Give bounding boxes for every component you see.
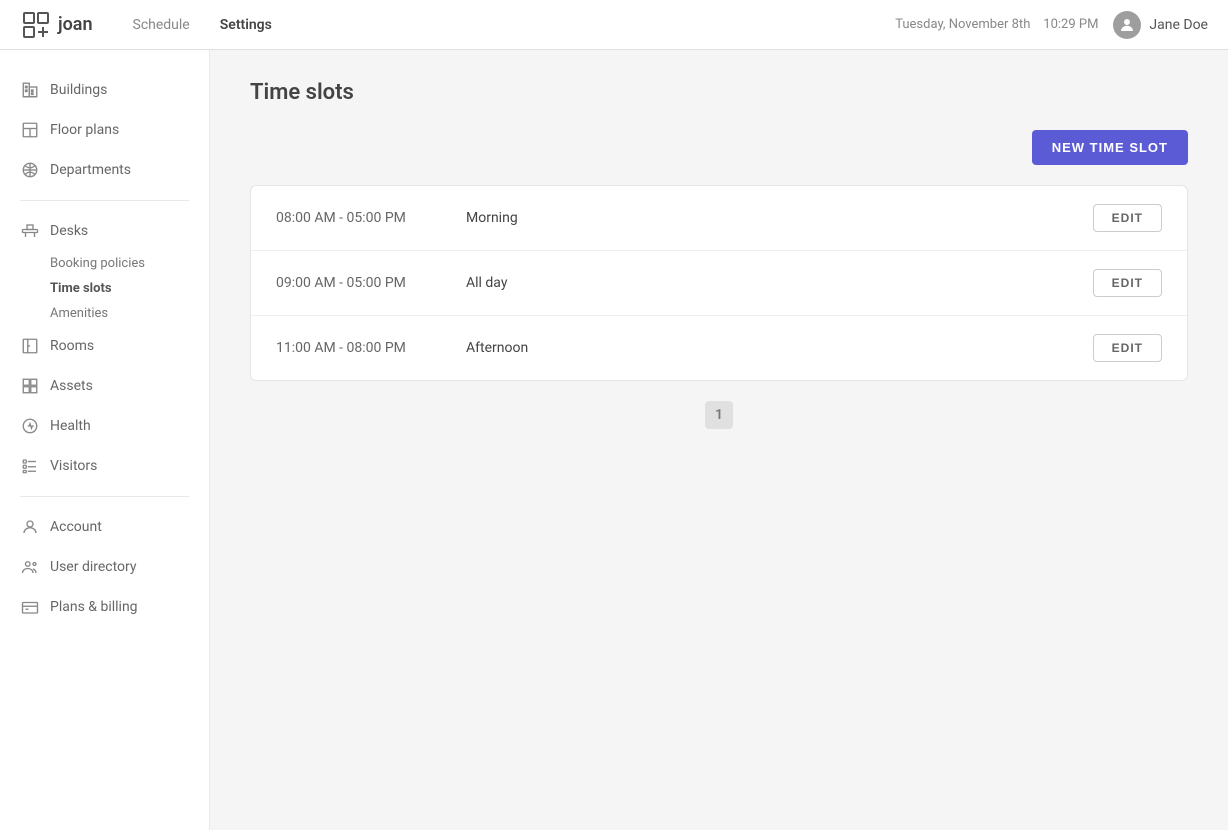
visitors-label: Visitors [50, 458, 97, 474]
assets-icon [20, 376, 40, 396]
logo-icon [20, 9, 52, 41]
account-label: Account [50, 519, 102, 535]
toolbar: NEW TIME SLOT [250, 130, 1188, 165]
floor-plans-icon [20, 120, 40, 140]
user-info[interactable]: Jane Doe [1113, 11, 1208, 39]
sidebar-divider-2 [20, 496, 189, 497]
nav-schedule[interactable]: Schedule [133, 12, 190, 38]
sidebar-divider-1 [20, 200, 189, 201]
timeslot-list: 08:00 AM - 05:00 PM Morning EDIT 09:00 A… [250, 185, 1188, 381]
user-directory-label: User directory [50, 559, 137, 575]
timeslot-name-1: Morning [466, 210, 1093, 226]
edit-button-1[interactable]: EDIT [1093, 204, 1162, 232]
timeslot-name-2: All day [466, 275, 1093, 291]
sidebar-group-resources: Desks Booking policies Time slots Amenit… [0, 211, 209, 486]
sidebar-group-main: Buildings Floor plans Departments [0, 70, 209, 190]
nav-settings[interactable]: Settings [220, 12, 272, 38]
assets-label: Assets [50, 378, 93, 394]
rooms-icon [20, 336, 40, 356]
floor-plans-label: Floor plans [50, 122, 119, 138]
health-icon [20, 416, 40, 436]
new-timeslot-button[interactable]: NEW TIME SLOT [1032, 130, 1188, 165]
timeslot-name-3: Afternoon [466, 340, 1093, 356]
main-content: Time slots NEW TIME SLOT 08:00 AM - 05:0… [210, 50, 1228, 830]
edit-button-2[interactable]: EDIT [1093, 269, 1162, 297]
health-label: Health [50, 418, 91, 434]
sidebar-item-rooms[interactable]: Rooms [0, 326, 209, 366]
sidebar-item-floor-plans[interactable]: Floor plans [0, 110, 209, 150]
desks-submenu: Booking policies Time slots Amenities [0, 251, 209, 326]
timeslot-time-3: 11:00 AM - 08:00 PM [276, 340, 466, 356]
sidebar-item-visitors[interactable]: Visitors [0, 446, 209, 486]
edit-button-3[interactable]: EDIT [1093, 334, 1162, 362]
desks-icon [20, 221, 40, 241]
sidebar-item-assets[interactable]: Assets [0, 366, 209, 406]
plans-billing-label: Plans & billing [50, 599, 138, 615]
sidebar-item-health[interactable]: Health [0, 406, 209, 446]
date-display: Tuesday, November 8th 10:29 PM [895, 17, 1098, 32]
page-title: Time slots [250, 80, 1188, 105]
sidebar-item-desks[interactable]: Desks [0, 211, 209, 251]
sidebar-item-user-directory[interactable]: User directory [0, 547, 209, 587]
page-1[interactable]: 1 [705, 401, 733, 429]
booking-policies-link[interactable]: Booking policies [50, 251, 209, 276]
topnav-right: Tuesday, November 8th 10:29 PM Jane Doe [895, 11, 1208, 39]
logo-text: joan [58, 14, 93, 35]
account-icon [20, 517, 40, 537]
sidebar-item-plans-billing[interactable]: Plans & billing [0, 587, 209, 627]
nav-links: Schedule Settings [133, 12, 896, 38]
avatar [1113, 11, 1141, 39]
visitors-icon [20, 456, 40, 476]
sidebar-item-buildings[interactable]: Buildings [0, 70, 209, 110]
pagination: 1 [250, 401, 1188, 429]
table-row: 09:00 AM - 05:00 PM All day EDIT [251, 251, 1187, 316]
rooms-label: Rooms [50, 338, 94, 354]
time-text: 10:29 PM [1043, 17, 1098, 32]
table-row: 11:00 AM - 08:00 PM Afternoon EDIT [251, 316, 1187, 380]
date-text: Tuesday, November 8th [895, 17, 1030, 32]
time-slots-link[interactable]: Time slots [50, 276, 209, 301]
amenities-link[interactable]: Amenities [50, 301, 209, 326]
sidebar: Buildings Floor plans Departments [0, 50, 210, 830]
logo[interactable]: joan [20, 9, 93, 41]
billing-icon [20, 597, 40, 617]
sidebar-group-account: Account User directory Plans & billing [0, 507, 209, 627]
timeslot-time-2: 09:00 AM - 05:00 PM [276, 275, 466, 291]
timeslot-time-1: 08:00 AM - 05:00 PM [276, 210, 466, 226]
user-name: Jane Doe [1149, 17, 1208, 33]
sidebar-item-account[interactable]: Account [0, 507, 209, 547]
buildings-icon [20, 80, 40, 100]
user-directory-icon [20, 557, 40, 577]
sidebar-item-departments[interactable]: Departments [0, 150, 209, 190]
buildings-label: Buildings [50, 82, 107, 98]
top-navigation: joan Schedule Settings Tuesday, November… [0, 0, 1228, 50]
departments-icon [20, 160, 40, 180]
desks-label: Desks [50, 223, 88, 239]
departments-label: Departments [50, 162, 131, 178]
main-layout: Buildings Floor plans Departments [0, 50, 1228, 830]
table-row: 08:00 AM - 05:00 PM Morning EDIT [251, 186, 1187, 251]
